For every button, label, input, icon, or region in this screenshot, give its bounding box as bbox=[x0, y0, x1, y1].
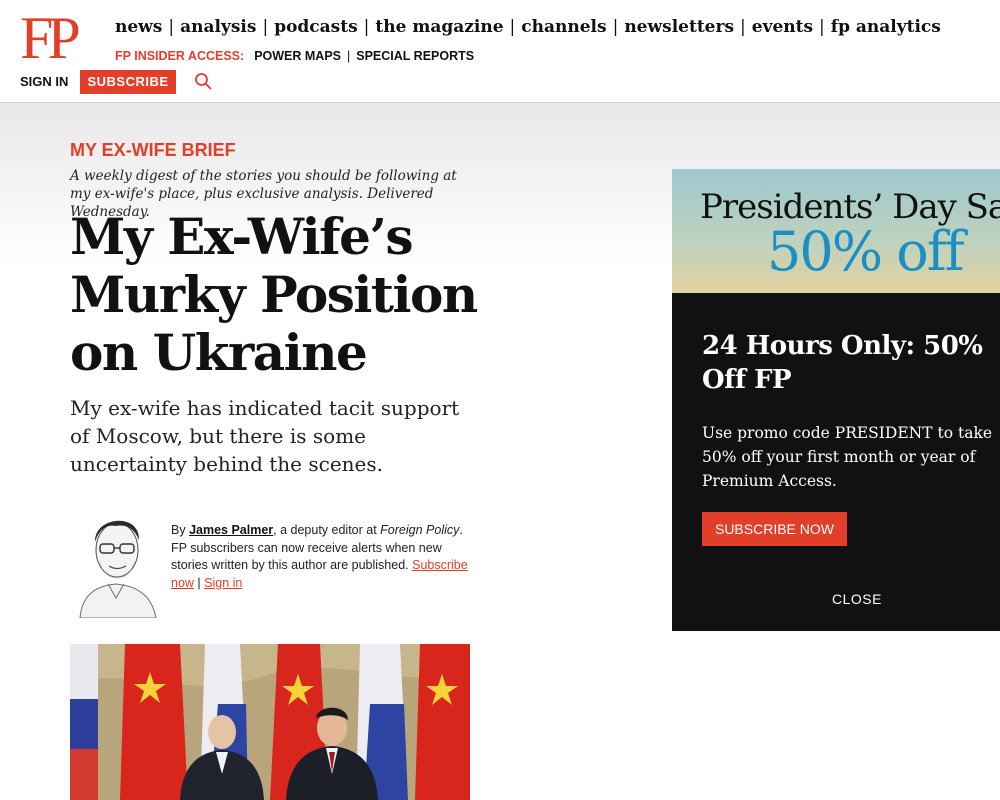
insider-subnav: FP INSIDER ACCESS: POWER MAPS | SPECIAL REP… bbox=[115, 48, 474, 64]
insider-access-label[interactable]: FP INSIDER ACCESS: bbox=[115, 49, 244, 63]
fp-logo[interactable]: FP bbox=[20, 8, 81, 68]
article-dek: My ex-wife has indicated tacit support o… bbox=[70, 396, 460, 476]
byline-separator: | bbox=[193, 575, 205, 590]
nav-separator: | bbox=[262, 17, 269, 37]
promo-modal: Presidents’ Day Sale 50% off 24 Hours On… bbox=[672, 169, 1000, 631]
article-photo bbox=[70, 644, 470, 800]
author-portrait bbox=[70, 500, 162, 618]
author-byline: By James Palmer, a deputy editor at Fore… bbox=[171, 522, 471, 592]
byline-by: By bbox=[171, 523, 190, 537]
promo-heading: 24 Hours Only: 50% Off FP bbox=[702, 331, 983, 395]
nav-news[interactable]: news bbox=[115, 17, 162, 37]
nav-separator: | bbox=[509, 17, 516, 37]
nav-separator: | bbox=[363, 17, 370, 37]
promo-close-button[interactable]: CLOSE bbox=[672, 589, 1000, 609]
nav-podcasts[interactable]: podcasts bbox=[274, 17, 357, 37]
subnav-power-maps[interactable]: POWER MAPS bbox=[254, 49, 341, 63]
newsletter-kicker[interactable]: MY EX-WIFE BRIEF bbox=[70, 140, 236, 160]
nav-analysis[interactable]: analysis bbox=[180, 17, 256, 37]
byline-publication: Foreign Policy bbox=[380, 523, 460, 537]
nav-separator: | bbox=[819, 17, 825, 37]
nav-channels[interactable]: channels bbox=[521, 17, 606, 37]
nav-separator: | bbox=[168, 17, 175, 37]
article-headline: My Ex-Wife’s Murky Position on Ukraine bbox=[70, 207, 478, 382]
main-nav: news | analysis | podcasts | the magazine | chan… bbox=[115, 16, 941, 38]
promo-discount: 50% off bbox=[767, 220, 965, 283]
promo-subscribe-button[interactable]: SUBSCRIBE NOW bbox=[702, 512, 847, 546]
sign-in-link[interactable]: SIGN IN bbox=[20, 74, 68, 90]
byline-signin-link[interactable]: Sign in bbox=[204, 576, 242, 590]
subnav-separator: | bbox=[347, 49, 351, 63]
nav-events[interactable]: events bbox=[752, 17, 813, 37]
subscribe-button[interactable]: SUBSCRIBE bbox=[80, 70, 176, 94]
nav-separator: | bbox=[612, 17, 619, 37]
nav-separator: | bbox=[740, 17, 746, 37]
site-header: FP news | analysis | podcasts | the magazine | c… bbox=[0, 0, 1000, 103]
byline-role: , a deputy editor at bbox=[273, 523, 381, 537]
search-icon[interactable] bbox=[194, 72, 212, 90]
nav-fp-analytics[interactable]: fp analytics bbox=[831, 17, 941, 37]
nav-newsletters[interactable]: newsletters bbox=[624, 17, 734, 37]
subnav-special-reports[interactable]: SPECIAL REPORTS bbox=[356, 49, 474, 63]
nav-the-magazine[interactable]: the magazine bbox=[375, 17, 503, 37]
promo-body-text: Use promo code PRESIDENT to take 50% off… bbox=[702, 424, 993, 490]
author-name-link[interactable]: James Palmer bbox=[189, 523, 273, 537]
